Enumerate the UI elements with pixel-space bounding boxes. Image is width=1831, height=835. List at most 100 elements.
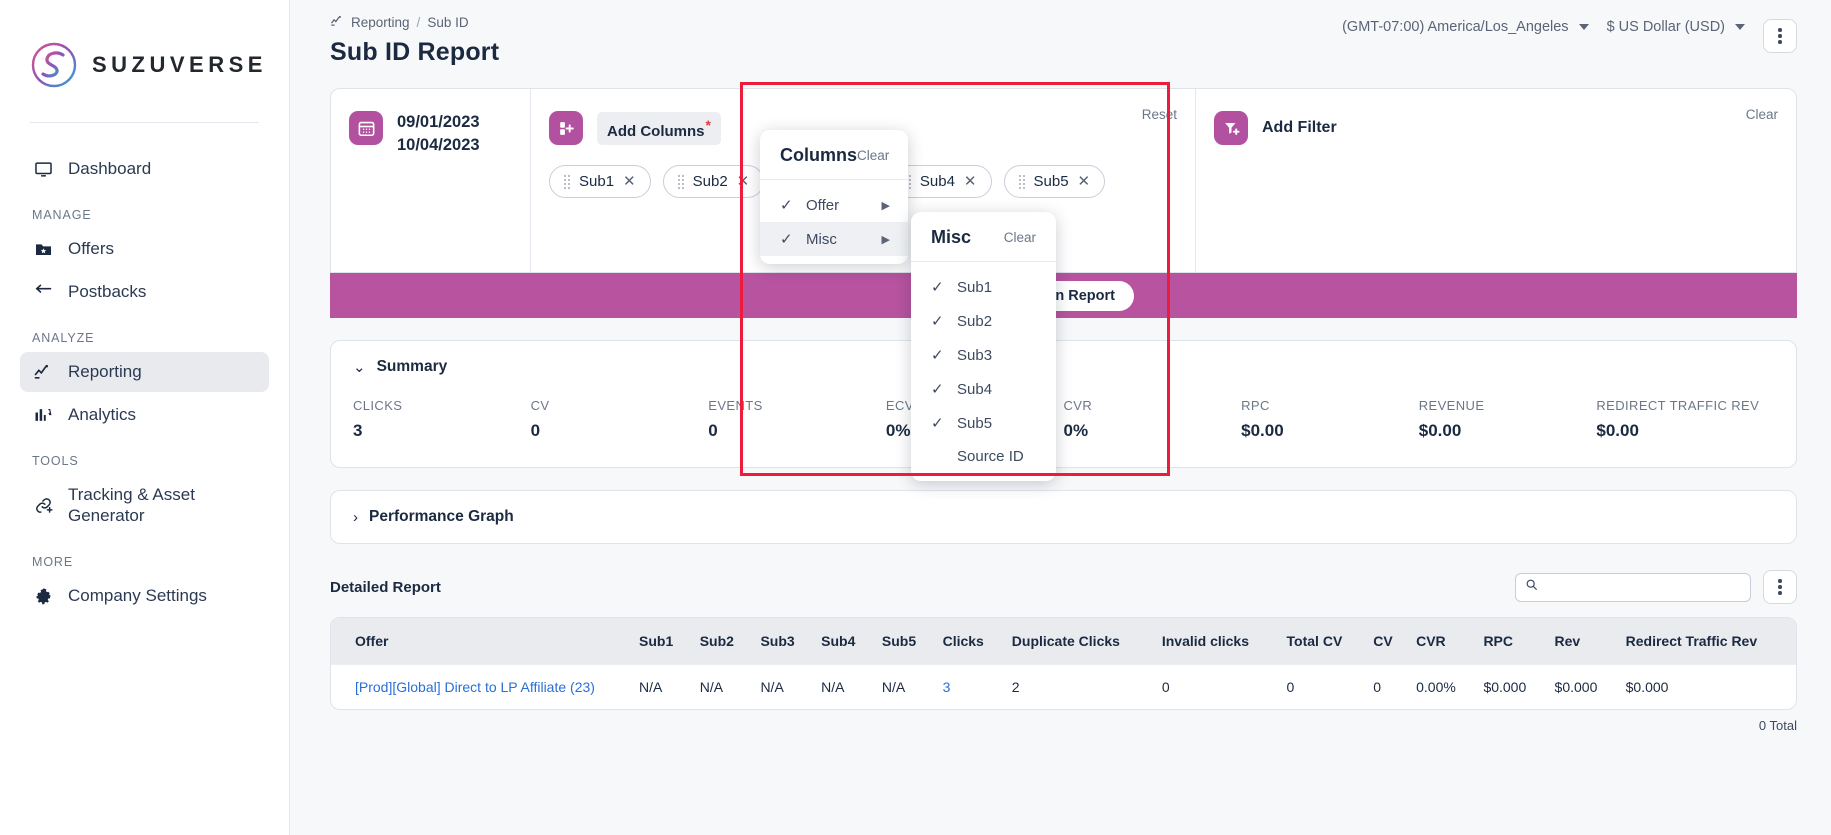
- calendar-icon: [349, 111, 383, 145]
- add-columns-label: Add Columns: [607, 123, 705, 140]
- drag-handle-icon[interactable]: [564, 175, 570, 189]
- column-header-sub3[interactable]: Sub3: [752, 618, 813, 665]
- check-icon: ✓: [931, 312, 945, 330]
- search-icon: [1525, 578, 1538, 596]
- column-header-cv[interactable]: CV: [1365, 618, 1408, 665]
- drag-handle-icon[interactable]: [1019, 175, 1025, 189]
- columns-dropdown-item-misc[interactable]: ✓ Misc ▶: [760, 222, 908, 256]
- misc-dropdown-title: Misc: [931, 227, 971, 248]
- sidebar-item-label: Analytics: [68, 405, 136, 425]
- close-icon[interactable]: ✕: [737, 174, 750, 189]
- metric-label: RPC: [1241, 398, 1419, 413]
- add-columns-icon[interactable]: [549, 111, 583, 145]
- search-input[interactable]: [1538, 580, 1741, 595]
- sidebar-item-company-settings[interactable]: Company Settings: [20, 576, 269, 616]
- column-header-sub2[interactable]: Sub2: [692, 618, 753, 665]
- column-header-offer[interactable]: Offer: [331, 618, 631, 665]
- misc-dropdown-item-sub5[interactable]: ✓ Sub5: [911, 406, 1056, 440]
- metric-value: 0%: [1064, 421, 1242, 441]
- column-header-invalid-clicks[interactable]: Invalid clicks: [1154, 618, 1279, 665]
- column-header-sub5[interactable]: Sub5: [874, 618, 935, 665]
- metric-label: REVENUE: [1419, 398, 1597, 413]
- column-header-duplicate-clicks[interactable]: Duplicate Clicks: [1004, 618, 1154, 665]
- timezone-selector[interactable]: (GMT-07:00) America/Los_Angeles: [1342, 19, 1588, 35]
- sidebar-item-label: Postbacks: [68, 282, 146, 302]
- column-header-total-cv[interactable]: Total CV: [1279, 618, 1366, 665]
- currency-selector[interactable]: $ US Dollar (USD): [1607, 19, 1745, 35]
- close-icon[interactable]: ✕: [1078, 174, 1091, 189]
- sidebar-item-label: Offers: [68, 239, 114, 259]
- column-header-cvr[interactable]: CVR: [1408, 618, 1475, 665]
- item-label: Sub4: [957, 381, 992, 398]
- cell-sub1: N/A: [631, 665, 692, 710]
- metric-label: REDIRECT TRAFFIC REV: [1596, 398, 1774, 413]
- sidebar-item-offers[interactable]: Offers: [20, 229, 269, 269]
- sidebar-item-tracking-asset-generator[interactable]: Tracking & Asset Generator: [20, 475, 269, 536]
- cell-sub2: N/A: [692, 665, 753, 710]
- close-icon[interactable]: ✕: [623, 174, 636, 189]
- offers-icon: [32, 238, 54, 260]
- sidebar-item-label: Reporting: [68, 362, 142, 382]
- sidebar-item-postbacks[interactable]: Postbacks: [20, 272, 269, 312]
- misc-dropdown-header: Misc Clear: [911, 212, 1056, 262]
- summary-toggle[interactable]: ⌄ Summary: [331, 341, 1796, 393]
- item-label: Source ID: [957, 448, 1024, 465]
- column-header-rpc[interactable]: RPC: [1475, 618, 1546, 665]
- misc-dropdown: Misc Clear ✓ Sub1 ✓ Sub2 ✓ Sub3 ✓ S: [911, 212, 1056, 481]
- add-columns-button[interactable]: Add Columns*: [597, 112, 721, 145]
- cell-cvr: 0.00%: [1408, 665, 1475, 710]
- sidebar-item-dashboard[interactable]: Dashboard: [20, 149, 269, 189]
- sidebar-section-manage: MANAGE: [20, 192, 269, 229]
- search-box[interactable]: [1515, 573, 1751, 602]
- misc-dropdown-list: ✓ Sub1 ✓ Sub2 ✓ Sub3 ✓ Sub4 ✓ Sub5: [911, 262, 1056, 481]
- add-filter-icon[interactable]: [1214, 111, 1248, 145]
- column-header-redirect-traffic-rev[interactable]: Redirect Traffic Rev: [1618, 618, 1796, 665]
- clear-filters-button[interactable]: Clear: [1746, 107, 1778, 122]
- column-chip[interactable]: Sub5 ✕: [1004, 165, 1106, 198]
- sidebar-item-analytics[interactable]: Analytics: [20, 395, 269, 435]
- chevron-right-icon: ›: [353, 509, 358, 526]
- summary-metric: CVR 0%: [1064, 398, 1242, 441]
- performance-graph-toggle[interactable]: › Performance Graph: [331, 491, 1796, 543]
- reset-columns-button[interactable]: Reset: [1142, 107, 1177, 122]
- columns-dropdown-clear[interactable]: Clear: [857, 148, 889, 163]
- column-chip[interactable]: Sub1 ✕: [549, 165, 651, 198]
- misc-dropdown-item-sub2[interactable]: ✓ Sub2: [911, 304, 1056, 338]
- close-icon[interactable]: ✕: [964, 174, 977, 189]
- cell-clicks[interactable]: 3: [935, 665, 1004, 710]
- breadcrumb-root[interactable]: Reporting: [351, 15, 410, 30]
- sidebar-item-label: Tracking & Asset Generator: [68, 484, 257, 527]
- add-filter-label[interactable]: Add Filter: [1262, 119, 1337, 137]
- metric-value: 0: [708, 421, 886, 441]
- breadcrumb: Reporting / Sub ID: [330, 14, 499, 31]
- column-chip[interactable]: Sub2 ✕: [663, 165, 765, 198]
- date-end: 10/04/2023: [397, 134, 480, 157]
- monitor-icon: [32, 158, 54, 180]
- misc-dropdown-item-sub1[interactable]: ✓ Sub1: [911, 270, 1056, 304]
- gear-icon: [32, 585, 54, 607]
- misc-dropdown-item-sub3[interactable]: ✓ Sub3: [911, 338, 1056, 372]
- cell-cv: 0: [1365, 665, 1408, 710]
- misc-dropdown-clear[interactable]: Clear: [1004, 230, 1036, 245]
- cell-offer[interactable]: [Prod][Global] Direct to LP Affiliate (2…: [331, 665, 631, 710]
- column-header-sub4[interactable]: Sub4: [813, 618, 874, 665]
- misc-dropdown-item-source-id[interactable]: Source ID: [911, 440, 1056, 473]
- detailed-report-options-button[interactable]: [1763, 570, 1797, 604]
- date-start: 09/01/2023: [397, 111, 480, 134]
- column-header-rev[interactable]: Rev: [1547, 618, 1618, 665]
- drag-handle-icon[interactable]: [678, 175, 684, 189]
- page-title: Sub ID Report: [330, 38, 499, 67]
- cell-invalid-clicks: 0: [1154, 665, 1279, 710]
- detailed-report-title: Detailed Report: [330, 579, 441, 596]
- summary-metric: REDIRECT TRAFFIC REV $0.00: [1596, 398, 1774, 441]
- misc-dropdown-item-sub4[interactable]: ✓ Sub4: [911, 372, 1056, 406]
- columns-dropdown-item-offer[interactable]: ✓ Offer ▶: [760, 188, 908, 222]
- sidebar-item-reporting[interactable]: Reporting: [20, 352, 269, 392]
- currency-value: $ US Dollar (USD): [1607, 19, 1725, 35]
- run-report-bar: Run Report: [330, 273, 1797, 318]
- column-header-clicks[interactable]: Clicks: [935, 618, 1004, 665]
- date-range-section[interactable]: 09/01/2023 10/04/2023: [331, 89, 531, 272]
- page-options-button[interactable]: [1763, 19, 1797, 53]
- report-table: Offer Sub1 Sub2 Sub3 Sub4 Sub5 Clicks Du…: [331, 618, 1796, 709]
- column-header-sub1[interactable]: Sub1: [631, 618, 692, 665]
